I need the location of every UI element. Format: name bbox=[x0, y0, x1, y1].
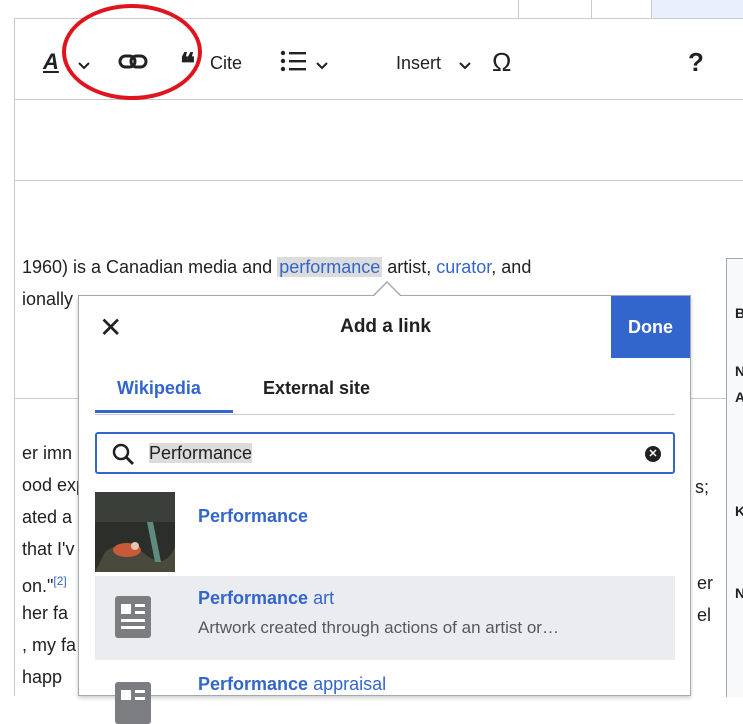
result-title-rest: appraisal bbox=[308, 674, 387, 694]
text-style-button[interactable]: A bbox=[43, 49, 59, 75]
infobox-label: N bbox=[735, 585, 743, 601]
article-line: ionally bbox=[22, 289, 74, 309]
article-fragment: ood exp bbox=[22, 475, 87, 495]
insert-menu-label: Insert bbox=[396, 53, 442, 73]
article-fragment: ated a bbox=[22, 507, 73, 527]
result-title-rest: art bbox=[308, 588, 335, 608]
popup-caret-inner bbox=[373, 283, 401, 297]
link-type-tabs: Wikipedia External site bbox=[95, 368, 675, 415]
result-title: Performance art bbox=[198, 588, 334, 609]
article-icon bbox=[115, 682, 151, 724]
article-text: 1960) is a Canadian media and bbox=[22, 257, 278, 277]
infobox-label: B bbox=[735, 305, 743, 321]
article-link-performance[interactable]: performance bbox=[277, 257, 383, 277]
infobox: B N A K N bbox=[726, 258, 743, 697]
article-fragment: on."[2] bbox=[22, 568, 67, 599]
search-text: Performance bbox=[149, 443, 253, 463]
active-tab-indicator bbox=[95, 410, 233, 413]
help-button[interactable]: ? bbox=[688, 47, 704, 78]
dialog-title: Add a link bbox=[340, 316, 431, 337]
tab-external-site[interactable]: External site bbox=[263, 378, 370, 399]
search-result[interactable]: Performance art Artwork created through … bbox=[95, 576, 675, 660]
result-title-match: Performance bbox=[198, 674, 309, 694]
content-border bbox=[14, 18, 15, 696]
article-fragment: , my fa bbox=[22, 635, 77, 655]
article-text: artist, bbox=[382, 257, 437, 277]
article-link-curator[interactable]: curator bbox=[436, 257, 491, 277]
infobox-label: K bbox=[735, 503, 743, 519]
done-button[interactable]: Done bbox=[611, 296, 690, 358]
result-thumbnail bbox=[95, 492, 175, 572]
chevron-down-icon[interactable] bbox=[458, 55, 472, 76]
article-fragment: er bbox=[697, 573, 714, 593]
article-line: 1960) is a Canadian media and performanc… bbox=[22, 254, 531, 280]
search-value: Performance bbox=[149, 443, 253, 464]
result-description: Artwork created through actions of an ar… bbox=[198, 618, 559, 637]
tab-strip-tab[interactable] bbox=[651, 0, 743, 18]
article-fragment: er imn bbox=[22, 443, 73, 463]
clear-icon[interactable]: ✕ bbox=[645, 446, 661, 462]
tab-strip-tab[interactable] bbox=[591, 0, 652, 18]
result-title: Performance bbox=[198, 506, 309, 526]
article-fragment: happ bbox=[22, 667, 63, 687]
article-fragment: that I'v bbox=[22, 539, 75, 559]
article-icon bbox=[115, 596, 151, 638]
highlight-circle bbox=[62, 4, 202, 100]
tab-wikipedia[interactable]: Wikipedia bbox=[117, 378, 201, 399]
article-fragment: el bbox=[697, 605, 712, 625]
chevron-down-icon[interactable] bbox=[315, 55, 329, 76]
tab-strip-tab[interactable] bbox=[518, 0, 592, 18]
article-text: on." bbox=[22, 576, 54, 596]
result-title: Performance appraisal bbox=[198, 674, 386, 695]
search-result[interactable]: Performance bbox=[95, 492, 675, 572]
divider bbox=[15, 180, 743, 181]
infobox-label: A bbox=[735, 389, 743, 405]
text-style-label: A bbox=[43, 49, 59, 74]
cite-button[interactable]: Cite bbox=[210, 53, 242, 74]
search-icon bbox=[111, 442, 135, 471]
list-icon[interactable] bbox=[280, 50, 306, 77]
article-fragment: her fa bbox=[22, 603, 69, 623]
result-title-match: Performance bbox=[198, 588, 309, 608]
infobox-label: N bbox=[735, 363, 743, 379]
article-fragment: s; bbox=[695, 477, 710, 497]
article-text: , and bbox=[491, 257, 532, 277]
footnote-link[interactable]: [2] bbox=[53, 574, 66, 588]
search-result[interactable]: Performance appraisal bbox=[95, 662, 675, 724]
search-input[interactable]: Performance ✕ bbox=[95, 432, 675, 474]
add-link-dialog: ✕ Add a link Done Wikipedia External sit… bbox=[78, 295, 691, 724]
insert-menu-button[interactable]: Insert bbox=[396, 53, 441, 74]
special-character-button[interactable]: Ω bbox=[492, 47, 511, 78]
